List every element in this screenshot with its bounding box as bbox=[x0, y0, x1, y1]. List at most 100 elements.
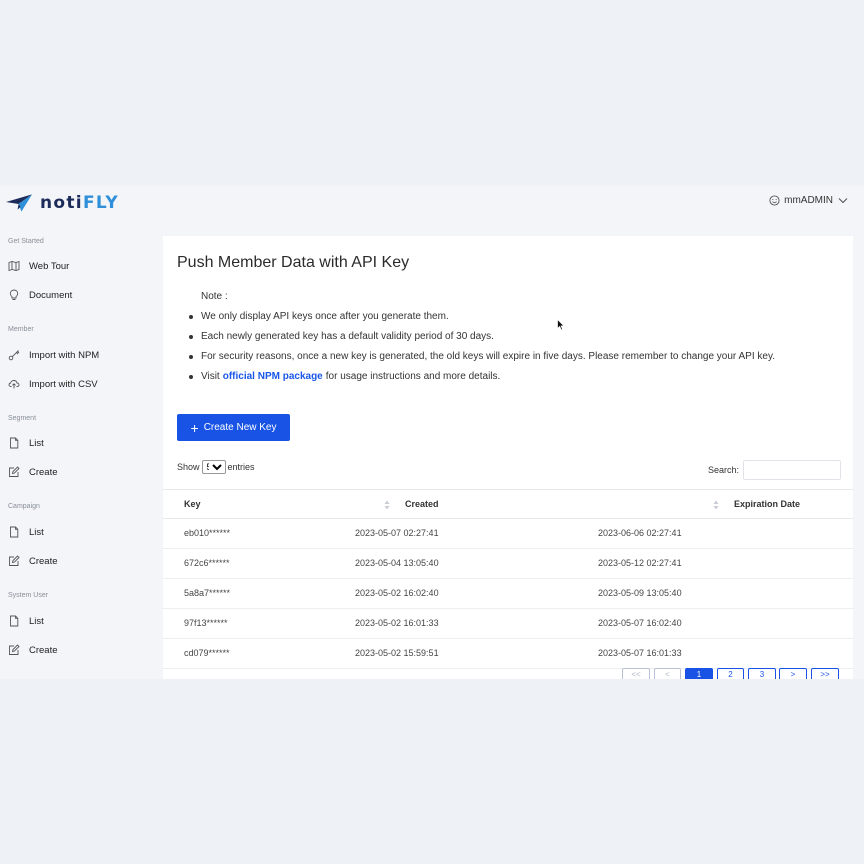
edit-icon bbox=[9, 644, 20, 655]
sidebar-item-segment-list[interactable]: List bbox=[8, 437, 44, 449]
sidebar-item-label: Import with NPM bbox=[29, 349, 100, 361]
created-cell: 2023-05-02 16:01:33 bbox=[355, 618, 439, 628]
sidebar: Get Started Web Tour Document Member Imp… bbox=[0, 220, 162, 679]
section-title-campaign: Campaign bbox=[8, 503, 40, 510]
section-title-get-started: Get Started bbox=[8, 238, 44, 245]
visit-prefix: Visit bbox=[201, 371, 220, 382]
expiration-cell: 2023-05-09 13:05:40 bbox=[598, 588, 682, 598]
note-item: Visit official NPM package for usage instr… bbox=[189, 367, 775, 387]
paper-plane-icon bbox=[6, 194, 33, 212]
section-title-member: Member bbox=[8, 326, 34, 333]
sidebar-item-segment-create[interactable]: Create bbox=[8, 466, 58, 478]
npm-package-link[interactable]: official NPM package bbox=[223, 368, 323, 386]
user-menu[interactable]: mmADMIN bbox=[769, 195, 848, 206]
note-item: For security reasons, once a new key is … bbox=[189, 347, 775, 367]
sidebar-item-label: Web Tour bbox=[29, 260, 70, 272]
page-title: Push Member Data with API Key bbox=[177, 254, 410, 271]
show-label: Show bbox=[177, 462, 200, 472]
created-cell: 2023-05-07 02:27:41 bbox=[355, 528, 439, 538]
entries-label: entries bbox=[227, 462, 255, 472]
table-row: 672c6****** 2023-05-04 13:05:40 2023-05-… bbox=[163, 549, 853, 579]
plus-icon: + bbox=[190, 419, 199, 436]
brand-suffix: FLY bbox=[82, 193, 119, 213]
map-icon bbox=[8, 260, 20, 272]
sidebar-item-campaign-list[interactable]: List bbox=[8, 526, 44, 538]
expiration-cell: 2023-06-06 02:27:41 bbox=[598, 528, 682, 538]
table-row: eb010****** 2023-05-07 02:27:41 2023-06-… bbox=[163, 519, 853, 549]
lightbulb-icon bbox=[9, 289, 19, 300]
visit-suffix: for usage instructions and more details. bbox=[325, 371, 501, 382]
file-icon bbox=[10, 615, 19, 627]
sidebar-item-import-csv[interactable]: Import with CSV bbox=[8, 378, 98, 390]
key-icon bbox=[8, 350, 20, 361]
note-text: For security reasons, once a new key is … bbox=[201, 351, 775, 362]
main-panel: Push Member Data with API Key Note : We … bbox=[163, 236, 853, 679]
sidebar-item-label: Document bbox=[29, 289, 73, 301]
note-item: Each newly generated key has a default v… bbox=[189, 327, 775, 347]
edit-icon bbox=[9, 555, 20, 566]
created-cell: 2023-05-02 15:59:51 bbox=[355, 648, 439, 658]
table-row: 5a8a7****** 2023-05-02 16:02:40 2023-05-… bbox=[163, 579, 853, 609]
expiration-cell: 2023-05-07 16:01:33 bbox=[598, 648, 682, 658]
note-text: Each newly generated key has a default v… bbox=[201, 331, 494, 342]
pagination-page-1[interactable]: 1 bbox=[685, 668, 713, 679]
sidebar-item-import-npm[interactable]: Import with NPM bbox=[8, 349, 99, 361]
pagination-prev-button[interactable]: < bbox=[654, 668, 681, 679]
pagination-last-button[interactable]: >> bbox=[811, 668, 839, 679]
file-icon bbox=[10, 526, 19, 538]
smiley-icon bbox=[769, 195, 780, 206]
key-cell: eb010****** bbox=[184, 528, 231, 538]
sidebar-item-label: Create bbox=[29, 555, 58, 567]
page-size-control: Show 5 entries bbox=[177, 460, 255, 474]
top-bar: notiFLY mmADMIN bbox=[0, 186, 864, 220]
pagination-next-button[interactable]: > bbox=[779, 668, 807, 679]
create-new-key-label: Create New Key bbox=[203, 422, 277, 433]
brand-logo[interactable]: notiFLY bbox=[6, 192, 119, 214]
sidebar-item-label: Create bbox=[29, 466, 58, 478]
brand-name: notiFLY bbox=[40, 193, 119, 213]
pagination-first-button[interactable]: << bbox=[622, 668, 650, 679]
sidebar-item-system-user-list[interactable]: List bbox=[8, 615, 44, 627]
bullet-icon bbox=[189, 315, 193, 319]
brand-prefix: noti bbox=[40, 193, 83, 213]
page-size-select[interactable]: 5 bbox=[201, 460, 226, 474]
note-item: We only display API keys once after you … bbox=[189, 307, 775, 327]
edit-icon bbox=[9, 466, 20, 477]
column-header-key[interactable]: Key bbox=[184, 490, 201, 519]
sidebar-item-label: Import with CSV bbox=[29, 378, 98, 390]
table-row: cd079****** 2023-05-02 15:59:51 2023-05-… bbox=[163, 639, 853, 669]
sidebar-item-web-tour[interactable]: Web Tour bbox=[8, 260, 69, 272]
bullet-icon bbox=[189, 355, 193, 359]
key-cell: 672c6****** bbox=[184, 558, 230, 568]
column-header-expiration-date[interactable]: Expiration Date bbox=[734, 490, 800, 519]
key-cell: cd079****** bbox=[184, 648, 230, 658]
create-new-key-button[interactable]: + Create New Key bbox=[177, 414, 290, 441]
file-icon bbox=[10, 437, 19, 449]
created-cell: 2023-05-02 16:02:40 bbox=[355, 588, 439, 598]
sidebar-item-campaign-create[interactable]: Create bbox=[8, 555, 58, 567]
column-header-created[interactable]: Created bbox=[405, 490, 439, 519]
pagination-page-3[interactable]: 3 bbox=[748, 668, 776, 679]
sidebar-item-system-user-create[interactable]: Create bbox=[8, 644, 58, 656]
search-label: Search: bbox=[707, 465, 739, 475]
table-search: Search: bbox=[708, 460, 841, 480]
app-window: notiFLY mmADMIN Get Started Web Tour Doc… bbox=[0, 186, 864, 679]
table-row: 97f13****** 2023-05-02 16:01:33 2023-05-… bbox=[163, 609, 853, 639]
bullet-icon bbox=[189, 335, 193, 339]
bullet-icon bbox=[189, 375, 193, 379]
key-cell: 5a8a7****** bbox=[184, 588, 231, 598]
cloud-upload-icon bbox=[8, 380, 20, 389]
note-text: We only display API keys once after you … bbox=[201, 311, 449, 322]
expiration-cell: 2023-05-12 02:27:41 bbox=[598, 558, 682, 568]
sidebar-item-label: Create bbox=[29, 644, 58, 656]
key-cell: 97f13****** bbox=[184, 618, 228, 628]
user-name: mmADMIN bbox=[784, 195, 833, 206]
notes-list: We only display API keys once after you … bbox=[189, 307, 775, 387]
sort-icon bbox=[384, 500, 390, 510]
table-header: Key Created Expiration Date bbox=[163, 489, 853, 519]
mouse-cursor-icon bbox=[557, 319, 565, 331]
search-input[interactable] bbox=[743, 460, 841, 480]
sidebar-item-document[interactable]: Document bbox=[8, 289, 72, 301]
pagination-page-2[interactable]: 2 bbox=[717, 668, 744, 679]
sidebar-item-label: List bbox=[29, 437, 44, 449]
